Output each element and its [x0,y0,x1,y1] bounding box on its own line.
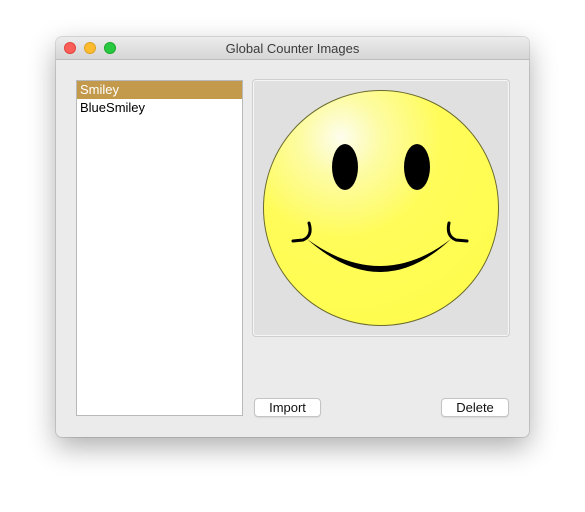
import-button[interactable]: Import [254,398,321,417]
image-preview [252,79,510,337]
list-item-smiley[interactable]: Smiley [77,81,242,99]
global-counter-images-window: Global Counter Images Smiley BlueSmiley … [56,37,529,437]
delete-button[interactable]: Delete [441,398,509,417]
window-title: Global Counter Images [225,41,360,56]
smiley-face-icon [263,90,499,326]
image-list[interactable]: Smiley BlueSmiley [76,80,243,416]
title-bar[interactable]: Global Counter Images [56,37,529,60]
left-eye [332,144,358,190]
smiley-face [263,90,499,326]
right-eye [404,144,430,190]
list-item-bluesmiley[interactable]: BlueSmiley [77,99,242,117]
